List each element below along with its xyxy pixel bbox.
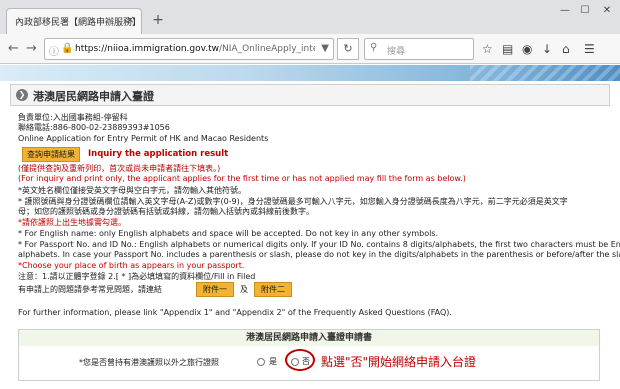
highlight-circle <box>285 349 315 371</box>
new-tab-button[interactable]: + <box>148 12 168 30</box>
menu-icon[interactable]: ☰ <box>584 42 595 56</box>
navigation-toolbar: ← → ⓘ 🔒 https://niioa.immigration.gov.tw… <box>0 34 620 64</box>
url-text[interactable]: https://niioa.immigration.gov.tw/NIA_Onl… <box>75 44 315 54</box>
form-title: 港澳居民網路申請入臺證申請書 <box>19 330 599 346</box>
forward-arrow-icon[interactable]: → <box>26 41 37 56</box>
inquiry-label: Inquiry the application result <box>88 149 229 159</box>
english-rule-4: *Choose your place of birth as appears i… <box>18 261 245 270</box>
radio-yes[interactable] <box>257 358 265 366</box>
pocket-icon[interactable]: ◉ <box>522 42 532 56</box>
annotation-text: 點選"否"開始網絡申請入台證 <box>321 355 477 369</box>
application-form: 港澳居民網路申請入臺證申請書 *您是否曾持有港澳護照以外之旅行證照 是 否 點選… <box>18 329 600 381</box>
faq-en: For further information, please link "Ap… <box>18 308 452 317</box>
url-path: /NIA_OnlineApply_inter/visafreeAp <box>219 44 315 54</box>
appendix-2-button[interactable]: 附件二 <box>254 282 292 297</box>
info-icon[interactable]: ⓘ <box>49 43 59 58</box>
travel-doc-question: *您是否曾持有港澳護照以外之旅行證照 <box>79 358 219 367</box>
download-icon[interactable]: ↓ <box>542 42 552 56</box>
reload-button[interactable]: ↻ <box>337 38 359 60</box>
tab-close-icon[interactable]: × <box>126 13 135 26</box>
minimize-button[interactable]: — <box>556 4 574 18</box>
and-text: 及 <box>240 285 248 294</box>
reader-icon[interactable]: ▤ <box>502 42 513 56</box>
english-rule-2: * For Passport No. and ID No.: English a… <box>18 240 620 249</box>
rule-1: *英文姓名欄位僅接受英文字母與空白字元，請勿輸入其他符號。 <box>18 186 246 195</box>
inquiry-button[interactable]: 查詢申請結果 <box>22 147 80 162</box>
url-bar[interactable]: ⓘ 🔒 https://niioa.immigration.gov.tw/NIA… <box>44 38 334 60</box>
search-icon: ⚲ <box>370 42 378 53</box>
note-en: (For inquiry and print only, the applica… <box>18 174 466 183</box>
site-banner <box>0 65 620 81</box>
search-bar[interactable]: ⚲ 搜尋 <box>364 38 474 60</box>
page: ❯ 港澳居民網路申請入臺證 負責單位:入出國事務組-停留科 聯絡電話:886-8… <box>0 65 620 389</box>
back-arrow-icon[interactable]: ← <box>8 41 19 56</box>
maximize-button[interactable]: ☐ <box>576 4 594 18</box>
page-header: ❯ 港澳居民網路申請入臺證 <box>10 84 610 106</box>
rule-4: *請依護照上出生地據實勾選。 <box>18 218 126 227</box>
contact-phone: 聯絡電話:886-800-02-23889393#1056 <box>18 123 170 132</box>
lock-icon: 🔒 <box>61 43 74 54</box>
tab-title: 內政部移民署【網路申辦服務】 <box>15 18 142 28</box>
fill-note: 注意：1.請以正體字登錄 2.[ * ]為必填填寫的資料欄位/Fill in F… <box>18 272 256 281</box>
contact-unit: 負責單位:入出國事務組-停留科 <box>18 113 128 122</box>
browser-tab[interactable]: 內政部移民署【網路申辦服務】 × <box>6 8 142 34</box>
appendix-1-button[interactable]: 附件一 <box>196 282 234 297</box>
page-title: 港澳居民網路申請入臺證 <box>33 90 154 103</box>
search-input[interactable]: 搜尋 <box>387 44 405 57</box>
header-arrow-icon: ❯ <box>16 89 28 101</box>
english-rule-3: alphabets. In case your Passport No. inc… <box>18 250 620 259</box>
home-icon[interactable]: ⌂ <box>562 42 570 56</box>
dropdown-arrow-icon[interactable]: ▼ <box>321 43 329 54</box>
close-window-button[interactable]: ✕ <box>598 4 616 18</box>
browser-titlebar: 內政部移民署【網路申辦服務】 × + — ☐ ✕ <box>0 0 620 34</box>
online-app-text: Online Application for Entry Permit of H… <box>18 134 269 143</box>
faq-cn: 有申請上的問題請參考常見問題，請連結 <box>18 285 162 294</box>
radio-yes-label: 是 <box>269 357 277 366</box>
rule-3: 母；如您的護照號碼或身分證號碼有括號或斜線，請勿輸入括號內或斜線前後數字。 <box>18 207 314 216</box>
english-rule-1: * For English name: only English alphabe… <box>18 229 439 238</box>
bookmark-star-icon[interactable]: ☆ <box>482 42 493 56</box>
note-cn: (僅提供查詢及重新列印，首次或尚未申請者請往下填表。) <box>18 164 221 173</box>
rule-2: * 護照號碼與身分證號碼欄位請輸入英文字母(A-Z)或數字(0-9)，身分證號碼… <box>18 197 568 206</box>
url-host: https://niioa.immigration.gov.tw <box>75 44 220 54</box>
